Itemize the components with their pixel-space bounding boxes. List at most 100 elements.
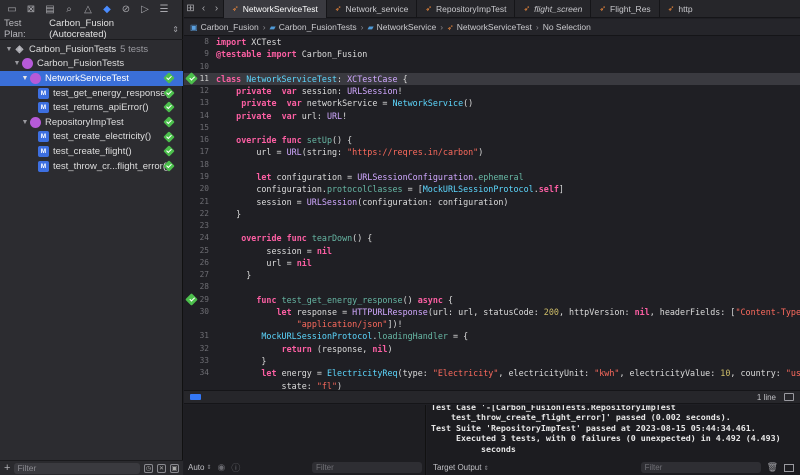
editor-tab[interactable]: ➶ Network_service [325, 0, 417, 18]
disclosure-triangle-icon[interactable]: ▼ [20, 119, 30, 126]
output-selector[interactable]: Target Output ⇕ [433, 463, 489, 472]
breadcrumb-item[interactable]: No Selection [543, 22, 591, 32]
code-line[interactable]: 26 url = nil [184, 257, 800, 269]
code-line[interactable]: 21 session = URLSession(configuration: c… [184, 196, 800, 208]
folder-icon[interactable]: ▭ [4, 2, 20, 16]
disclosure-triangle-icon[interactable]: ▼ [20, 75, 30, 82]
code-line[interactable]: 8 import XCTest [184, 36, 800, 48]
code-line[interactable]: 18 [184, 159, 800, 171]
symbol-icon[interactable]: ▤ [42, 2, 58, 16]
tree-item[interactable]: Mtest_create_electricity() [0, 130, 183, 145]
tree-item-label: Carbon_FusionTests [29, 43, 117, 55]
code-line[interactable]: 31 MockURLSessionProtocol.loadingHandler… [184, 330, 800, 342]
code-line[interactable]: state: "fl") [184, 380, 800, 390]
code-line[interactable]: 15 [184, 122, 800, 134]
editor-tab[interactable]: ➶ NetworkServiceTest [223, 0, 326, 18]
code-line[interactable]: 27 } [184, 269, 800, 281]
code-line[interactable]: 13 private var networkService = NetworkS… [184, 97, 800, 109]
test-navigator-icon[interactable]: ◆ [99, 2, 115, 16]
code-line[interactable]: 23 [184, 220, 800, 232]
code-text: private var session: URLSession! [236, 86, 403, 97]
breadcrumb-item[interactable]: ▣ Carbon_Fusion [190, 22, 259, 32]
test-passed-icon[interactable] [163, 145, 175, 157]
line-number: 10 [199, 61, 209, 71]
split-view-icon[interactable] [784, 463, 794, 472]
eye-icon[interactable]: ◉ [218, 462, 226, 473]
code-line[interactable]: 10 [184, 61, 800, 73]
tree-item[interactable]: ▼ ◈ Carbon_FusionTests 5 tests [0, 42, 183, 57]
tree-item[interactable]: Mtest_returns_apiError() [0, 100, 183, 115]
code-line[interactable]: 25 session = nil [184, 245, 800, 257]
test-passed-icon[interactable] [163, 72, 175, 84]
editor-tab[interactable]: ➶ flight_screen [514, 0, 590, 18]
variables-footer: Auto ⇕ ◉ ⓘ Filter [184, 460, 426, 475]
source-control-icon[interactable]: ⊠ [23, 2, 39, 16]
grid-icon[interactable]: ⊞ [184, 3, 197, 14]
disclosure-triangle-icon[interactable]: ▼ [4, 46, 14, 53]
code-line[interactable]: 22 } [184, 208, 800, 220]
code-line[interactable]: 12 private var session: URLSession! [184, 85, 800, 97]
code-line[interactable]: 29 func test_get_energy_response() async… [184, 292, 800, 306]
failed-filter-icon[interactable]: ✕ [157, 463, 166, 473]
add-icon[interactable]: + [4, 462, 10, 474]
debug-icon[interactable]: ⊘ [118, 2, 134, 16]
code-line[interactable]: 19 let configuration = URLSessionConfigu… [184, 171, 800, 183]
test-tree: ▼ ◈ Carbon_FusionTests 5 tests ▼ Carbon_Fusio… [0, 42, 183, 173]
variables-filter-input[interactable]: Filter [312, 462, 422, 473]
report-icon[interactable]: ☰ [156, 2, 172, 16]
editor-tab[interactable]: ➶ RepositoryImpTest [416, 0, 514, 18]
breadcrumb-item[interactable]: ▰ NetworkService [368, 22, 437, 32]
breakpoints-toggle-icon[interactable] [190, 394, 201, 400]
line-number: 19 [199, 171, 209, 181]
issue-icon[interactable]: △ [80, 2, 96, 16]
test-plan-selector[interactable]: Test Plan: Carbon_Fusion (Autocreated) ⇕ [0, 18, 183, 40]
code-line[interactable]: 9 @testable import Carbon_Fusion [184, 48, 800, 60]
filter-placeholder: Filter [644, 463, 663, 472]
hide-debug-area-icon[interactable] [784, 393, 794, 401]
find-icon[interactable]: ⌕ [61, 2, 77, 16]
breadcrumb-item[interactable]: ➶ NetworkServiceTest [447, 22, 532, 32]
editor-tab[interactable]: ➶ Flight_Res [590, 0, 658, 18]
editor-tab[interactable]: ➶ http [658, 0, 701, 18]
disclosure-triangle-icon[interactable]: ▼ [12, 60, 22, 67]
tree-item[interactable]: ▼ RepositoryImpTest [0, 115, 183, 130]
tab-label: Flight_Res [610, 3, 651, 14]
code-line[interactable]: 30 let response = HTTPURLResponse(url: u… [184, 306, 800, 318]
breadcrumb-item[interactable]: ▰ Carbon_FusionTests [270, 22, 357, 32]
forward-arrow-icon[interactable]: › [210, 3, 223, 14]
code-line[interactable]: 17 url = URL(string: "https://reqres.in/… [184, 146, 800, 158]
test-passed-icon[interactable] [163, 130, 175, 143]
tree-item[interactable]: ▼ NetworkServiceTest [0, 71, 183, 86]
tree-item[interactable]: Mtest_get_energy_response() [0, 86, 183, 101]
test-method-icon: M [38, 87, 49, 99]
code-line[interactable]: 11 class NetworkServiceTest: XCTestCase { [184, 71, 800, 85]
tree-item[interactable]: Mtest_create_flight() [0, 144, 183, 159]
variables-scope-selector[interactable]: Auto ⇕ [188, 463, 212, 472]
tree-item[interactable]: Mtest_throw_cr...flight_error() [0, 159, 183, 174]
recent-filter-icon[interactable]: ◷ [144, 463, 153, 473]
code-line[interactable]: 20 configuration.protocolClasses = [Mock… [184, 183, 800, 195]
code-line[interactable]: "application/json"])! [184, 318, 800, 330]
code-line[interactable]: 28 [184, 281, 800, 293]
chevron-updown-icon: ⇕ [172, 24, 179, 34]
console-filter-input[interactable]: Filter [640, 462, 761, 473]
scheme-filter-icon[interactable]: ▣ [170, 463, 179, 473]
tree-item[interactable]: ▼ Carbon_FusionTests [0, 57, 183, 72]
navigator-filter-input[interactable]: Filter [14, 462, 140, 474]
code-line[interactable]: 33 } [184, 355, 800, 367]
test-passed-icon[interactable] [163, 101, 175, 114]
trash-icon[interactable]: 🗑 [767, 462, 778, 473]
test-method-icon: M [38, 160, 49, 172]
breakpoint-icon[interactable]: ▷ [137, 2, 153, 16]
info-icon[interactable]: ⓘ [231, 461, 240, 474]
code-line[interactable]: 14 private var url: URL! [184, 110, 800, 122]
code-editor[interactable]: 8 import XCTest 9 @testable import Carbon_F… [184, 36, 800, 390]
line-number: 9 [204, 49, 209, 59]
test-passed-icon[interactable] [163, 116, 175, 128]
code-line[interactable]: 24 override func tearDown() { [184, 232, 800, 244]
code-line[interactable]: 16 override func setUp() { [184, 134, 800, 146]
code-line[interactable]: 32 return (response, nil) [184, 343, 800, 355]
back-arrow-icon[interactable]: ‹ [197, 3, 210, 14]
code-line[interactable]: 34 let energy = ElectricityReq(type: "El… [184, 367, 800, 379]
console[interactable]: Test Case '-[Carbon_FusionTests.Reposito… [427, 405, 800, 475]
